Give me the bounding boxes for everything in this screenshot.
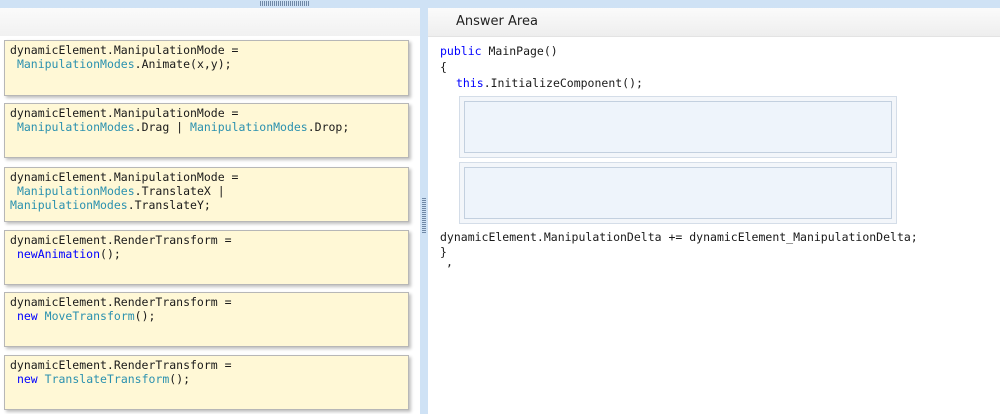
card-text: (); xyxy=(169,372,191,386)
code-text: MainPage() xyxy=(481,44,558,58)
card-text: (); xyxy=(100,247,121,261)
drop-slot-inner xyxy=(464,101,892,153)
card-line: dynamicElement.RenderTransform = xyxy=(10,295,232,309)
answer-drop-target-2[interactable] xyxy=(459,162,897,224)
card-text: .Drop; xyxy=(307,120,350,134)
card-text: .Drag | xyxy=(134,120,191,134)
type-name: ManipulationModes xyxy=(16,184,135,198)
type-name: MoveTransform xyxy=(44,309,135,323)
panel-splitter[interactable] xyxy=(420,8,428,414)
code-open-brace: { xyxy=(440,60,447,74)
code-option-animate[interactable]: dynamicElement.ManipulationMode = Manipu… xyxy=(4,40,409,96)
keyword: new xyxy=(16,372,38,386)
source-panel-header xyxy=(0,8,420,37)
keyword: new xyxy=(16,309,38,323)
card-text: .TranslateY; xyxy=(127,198,211,212)
code-text: .InitializeComponent(); xyxy=(483,76,643,90)
type-name: ManipulationModes xyxy=(16,57,135,71)
code-option-translate-transform[interactable]: dynamicElement.RenderTransform = new Tra… xyxy=(4,355,409,410)
answer-area-header: Answer Area xyxy=(428,8,1000,37)
code-option-drag-drop[interactable]: dynamicElement.ManipulationMode = Manipu… xyxy=(4,103,409,158)
answer-area-title: Answer Area xyxy=(456,14,538,29)
top-grip-handle[interactable] xyxy=(260,1,310,6)
card-line: dynamicElement.RenderTransform = xyxy=(10,233,232,247)
keyword: this xyxy=(456,76,484,90)
source-panel: dynamicElement.ManipulationMode = Manipu… xyxy=(0,36,420,414)
code-line-mainpage: public MainPage() xyxy=(440,44,558,58)
answer-drop-target-1[interactable] xyxy=(459,96,897,158)
type-name: ManipulationModes xyxy=(190,120,308,134)
drop-slot-inner xyxy=(464,167,892,219)
code-option-translate-xy[interactable]: dynamicElement.ManipulationMode = Manipu… xyxy=(4,167,409,222)
card-line: dynamicElement.ManipulationMode = xyxy=(10,106,239,120)
card-text: .Animate(x,y); xyxy=(134,57,232,71)
code-line-initialize: this.InitializeComponent(); xyxy=(456,76,643,90)
card-line: dynamicElement.ManipulationMode = xyxy=(10,170,239,184)
code-trailing-mark: , xyxy=(446,255,453,269)
code-line-delta: dynamicElement.ManipulationDelta += dyna… xyxy=(440,230,918,244)
type-name: ManipulationModes xyxy=(16,120,135,134)
keyword: public xyxy=(440,44,482,58)
code-option-new-animation[interactable]: dynamicElement.RenderTransform = newAnim… xyxy=(4,230,409,285)
card-text: (); xyxy=(134,309,156,323)
type-name: TranslateTransform xyxy=(44,372,170,386)
card-line: dynamicElement.RenderTransform = xyxy=(10,358,232,372)
card-text: .TranslateX | xyxy=(134,184,225,198)
keyword: newAnimation xyxy=(16,247,101,261)
splitter-grip-handle[interactable] xyxy=(422,198,426,234)
type-name: ManipulationModes xyxy=(10,198,128,212)
answer-area-panel xyxy=(428,37,1000,414)
card-line: dynamicElement.ManipulationMode = xyxy=(10,43,239,57)
code-option-move-transform[interactable]: dynamicElement.RenderTransform = new Mov… xyxy=(4,292,409,347)
top-splitter-bar[interactable] xyxy=(0,0,1000,8)
